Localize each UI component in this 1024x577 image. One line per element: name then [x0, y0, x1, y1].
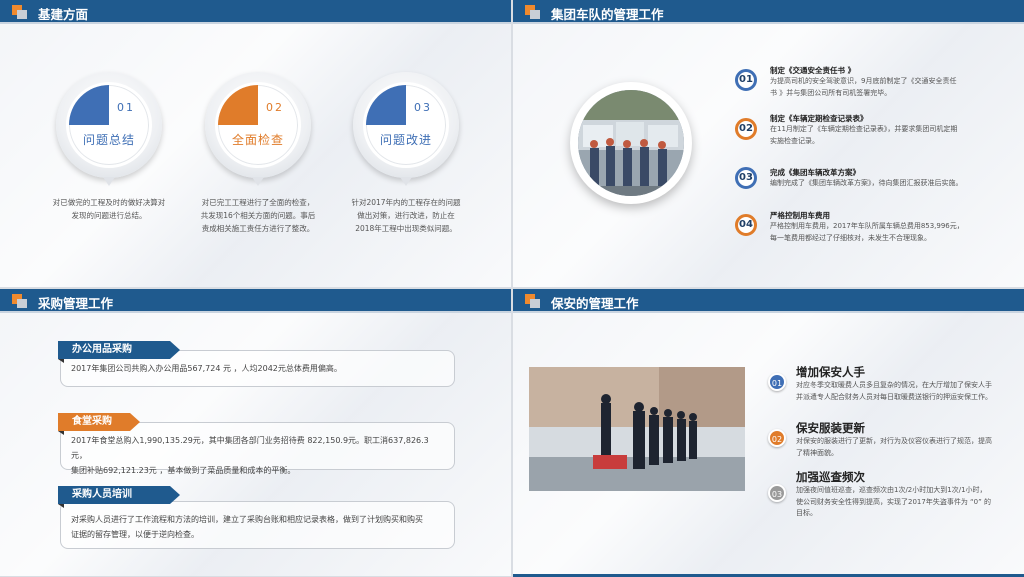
circle-number: 02: [266, 101, 284, 114]
slide-header: 保安的管理工作: [513, 289, 1024, 313]
slide-header: 基建方面: [0, 0, 511, 24]
item-desc: 为提高司机的安全驾驶意识，9月底前制定了《交通安全责任书 》并与集团公司所有司机…: [770, 77, 957, 97]
slide-title: 集团车队的管理工作: [551, 7, 664, 22]
circle-label: 全面检查: [231, 133, 284, 147]
circle-label: 问题总结: [82, 133, 135, 147]
header-logo-icon: [12, 294, 28, 308]
item-title: 严格控制用车费用: [770, 211, 830, 220]
pointer-icon: [252, 177, 264, 186]
slide-procurement: 采购管理工作 2017年集团公司共购入办公用品567,724 元 ，人均2042…: [0, 289, 511, 576]
fleet-photo-frame: [570, 82, 692, 204]
pointer-icon: [103, 177, 115, 186]
circle-desc: 对已完工工程进行了全面的检查， 共发现16个相关方面的问题。事后 责成相关施工责任方…: [200, 198, 316, 233]
circle-summary: 01 问题总结: [56, 72, 162, 178]
security-photo: [529, 367, 745, 491]
header-logo-icon: [525, 5, 541, 19]
circle-label: 问题改进: [379, 133, 432, 147]
slide-construction: 基建方面 01 问题总结 对已做完的工程及时的做好决算对 发现的问题进行总结。 0…: [0, 0, 511, 287]
circle-check: 02 全面检查: [205, 72, 311, 178]
item-desc: 编制完成了《集团车辆改革方案》，待向集团汇报获准后实施。: [770, 179, 963, 187]
section-tag: 采购人员培训: [58, 486, 180, 508]
pointer-icon: [400, 177, 412, 186]
section-box: 对采购人员进行了工作流程和方法的培训，建立了采购台账和相应记录表格，做到了计划购…: [60, 501, 455, 549]
slide-header: 采购管理工作: [0, 289, 511, 313]
circle-improve: 03 问题改进: [353, 72, 459, 178]
slide-title: 基建方面: [38, 7, 89, 22]
item-title: 完成《集团车辆改革方案》: [770, 168, 860, 177]
header-logo-icon: [525, 294, 541, 308]
circle-desc: 针对2017年内的工程存在的问题 做出对策，进行改进，防止在 2018年工程中出现类…: [351, 198, 461, 233]
item-desc: 加强夜间值班巡查，巡查频次由1次/2小时加大到1次/1小时， 使公司财务安全性得到…: [796, 486, 991, 517]
item-number-badge: 01: [768, 373, 786, 391]
slide-fleet: 集团车队的管理工作 01 制定《交通安全责任书 》 为提高司机的安全驾驶意识，9…: [513, 0, 1024, 287]
slide-title: 采购管理工作: [38, 296, 114, 311]
item-desc: 严格控制用车费用，2017年车队所属车辆总费用853,996元， 每一笔费用都经过…: [770, 222, 964, 242]
fleet-photo: [578, 90, 684, 196]
item-title: 制定《车辆定期检查记录表》: [770, 114, 868, 123]
item-number-badge: 03: [768, 484, 786, 502]
circle-number: 01: [117, 101, 135, 114]
item-title: 增加保安人手: [796, 365, 865, 379]
header-logo-icon: [12, 5, 28, 19]
circle-desc: 对已做完的工程及时的做好决算对 发现的问题进行总结。: [52, 198, 166, 220]
item-title: 保安服装更新: [796, 421, 865, 435]
item-title: 制定《交通安全责任书 》: [770, 66, 856, 75]
circle-number: 03: [414, 101, 432, 114]
section-tag: 办公用品采购: [58, 341, 180, 363]
item-number-badge: 01: [735, 69, 757, 91]
item-number-badge: 02: [768, 429, 786, 447]
item-desc: 对保安的服装进行了更新，对行为及仪容仪表进行了规范，提高 了精神面貌。: [796, 437, 992, 457]
item-title: 加强巡查频次: [796, 470, 865, 484]
slide-header: 集团车队的管理工作: [513, 0, 1024, 24]
item-desc: 对应冬季交取暖费人员多且复杂的情况，在大厅增加了保安人手 并派遣专人配合财务人员对…: [796, 381, 992, 401]
item-number-badge: 03: [735, 167, 757, 189]
item-desc: 在11月制定了《车辆定期检查记录表》，并要求集团司机定期 实施检查记录。: [770, 125, 958, 145]
slide-title: 保安的管理工作: [551, 296, 639, 311]
slide-security: 保安的管理工作 01 增加保安人手 对应冬季交取暖费人员多且复杂的情况，在大厅增…: [513, 289, 1024, 576]
section-tag: 食堂采购: [58, 413, 140, 435]
item-number-badge: 04: [735, 214, 757, 236]
item-number-badge: 02: [735, 118, 757, 140]
